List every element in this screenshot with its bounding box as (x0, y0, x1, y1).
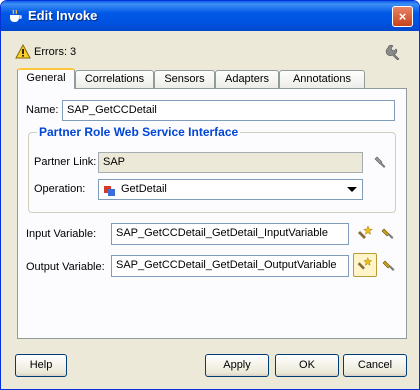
tab-correlations[interactable]: Correlations (75, 70, 154, 89)
partner-link-field: SAP (98, 152, 363, 173)
close-button[interactable]: × (392, 6, 413, 27)
tab-adapters[interactable]: Adapters (215, 70, 279, 89)
edit-invoke-dialog: Edit Invoke × Errors: 3 General Correlat… (0, 0, 420, 390)
name-input[interactable]: SAP_GetCCDetail (62, 100, 395, 121)
window-title: Edit Invoke (28, 8, 98, 23)
operation-label: Operation: (34, 183, 86, 195)
tab-general[interactable]: General (17, 68, 75, 89)
tab-sensors[interactable]: Sensors (154, 70, 215, 89)
errors-count: Errors: 3 (34, 46, 77, 58)
name-label: Name: (26, 104, 59, 116)
output-variable-field[interactable]: SAP_GetCCDetail_GetDetail_OutputVariable (111, 255, 349, 277)
partner-link-label: Partner Link: (34, 156, 97, 168)
warning-icon (15, 44, 31, 59)
chevron-down-icon (347, 187, 357, 192)
flashlight-icon[interactable] (369, 152, 391, 174)
general-panel: Name: SAP_GetCCDetail Partner Role Web S… (17, 88, 407, 339)
flashlight-icon[interactable] (379, 255, 401, 277)
coffee-cup-icon (10, 9, 22, 22)
title-bar: Edit Invoke × (1, 1, 419, 31)
partner-role-group: Partner Role Web Service Interface Partn… (28, 125, 396, 213)
group-title: Partner Role Web Service Interface (37, 125, 241, 139)
input-variable-field[interactable]: SAP_GetCCDetail_GetDetail_InputVariable (111, 223, 349, 245)
input-variable-label: Input Variable: (26, 228, 97, 240)
ok-button[interactable]: OK (275, 354, 339, 377)
create-variable-icon[interactable] (353, 253, 377, 277)
tab-annotations[interactable]: Annotations (279, 70, 365, 89)
wrench-icon[interactable] (385, 44, 403, 60)
apply-button[interactable]: Apply (205, 354, 269, 377)
help-button[interactable]: Help (15, 354, 67, 377)
output-variable-label: Output Variable: (26, 261, 105, 273)
operation-icon (104, 186, 115, 196)
cancel-button[interactable]: Cancel (343, 354, 407, 377)
create-variable-icon[interactable] (354, 223, 376, 245)
flashlight-icon[interactable] (378, 223, 400, 245)
operation-select[interactable]: GetDetail (98, 179, 363, 200)
operation-value: GetDetail (121, 183, 167, 195)
